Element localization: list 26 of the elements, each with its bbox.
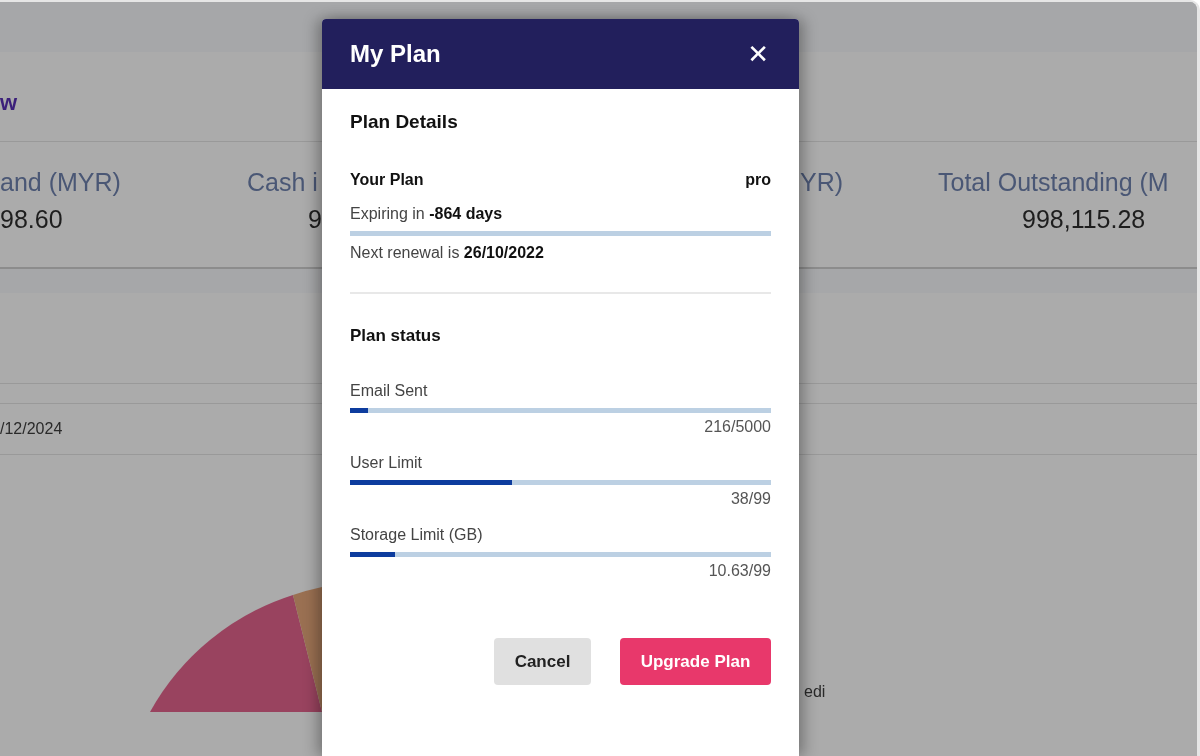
- stat-label: and (MYR): [0, 168, 121, 197]
- meter-label: User Limit: [350, 454, 423, 472]
- section-heading: Plan Details: [350, 111, 459, 133]
- meter-reading: 10.63/99: [708, 562, 771, 580]
- stat-value: 9: [308, 205, 322, 234]
- section-heading: w: [0, 89, 18, 116]
- dialog-title: My Plan: [350, 40, 441, 68]
- cancel-button[interactable]: Cancel: [494, 638, 591, 685]
- meter-label: Email Sent: [350, 382, 429, 400]
- legend-label: edi: [804, 683, 826, 701]
- section-heading: Plan status: [350, 326, 442, 346]
- stat-value: 998,115.28: [1022, 205, 1146, 234]
- meter-reading: 216/5000: [704, 418, 771, 436]
- meter-label: Storage Limit (GB): [350, 526, 484, 544]
- stat-label: Total Outstanding (M: [938, 168, 1169, 197]
- upgrade-button[interactable]: Upgrade Plan: [620, 638, 771, 685]
- plan-label: Your Plan: [350, 171, 424, 189]
- meter-reading: 38/99: [730, 490, 771, 508]
- plan-value: pro: [745, 171, 771, 189]
- stat-label: YR): [800, 168, 844, 197]
- stat-label: Cash i: [247, 168, 318, 197]
- renewal-text: Next renewal is 26/10/2022: [350, 244, 545, 262]
- date-text: /12/2024: [0, 420, 63, 438]
- stat-value: 98.60: [0, 205, 64, 234]
- close-button[interactable]: ✕: [747, 39, 769, 69]
- expiry-text: Expiring in -864 days: [350, 205, 504, 223]
